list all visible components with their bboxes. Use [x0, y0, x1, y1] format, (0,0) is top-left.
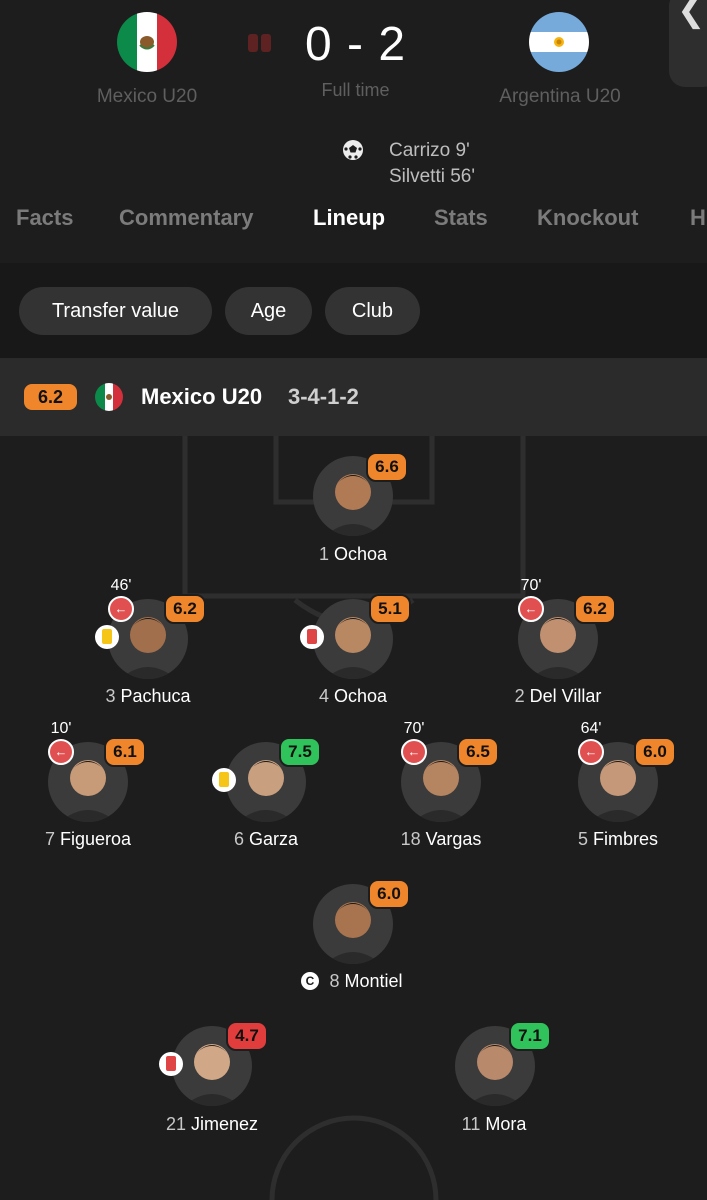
player-number: 2 — [514, 686, 525, 706]
sub-minute: 10' — [50, 720, 72, 737]
match-score: 0 - 2 — [304, 18, 407, 71]
player-name-label[interactable]: 1 Ochoa — [253, 544, 453, 565]
goal-scorer: Carrizo 9' — [389, 140, 470, 161]
tab-commentary[interactable]: Commentary — [119, 205, 253, 231]
argentina-flag-icon[interactable] — [529, 12, 589, 72]
player-rating-badge: 6.5 — [457, 737, 499, 767]
player-name-label[interactable]: 11 Mora — [394, 1114, 594, 1135]
tab-bar: Facts Commentary Lineup Stats Knockout H — [0, 205, 707, 245]
tab-head-to-head[interactable]: H — [690, 205, 706, 231]
player-name: Montiel — [344, 971, 403, 991]
chevron-left-icon: ❮ — [677, 0, 706, 29]
player-name: Garza — [249, 829, 299, 849]
player-number: 6 — [233, 829, 244, 849]
sub-minute: 70' — [520, 577, 542, 594]
home-team-name[interactable]: Mexico U20 — [47, 86, 247, 108]
sub-out-arrow-icon: ← — [578, 739, 604, 765]
player-name-label[interactable]: 2 Del Villar — [458, 686, 658, 707]
sub-out-arrow-icon: ← — [108, 596, 134, 622]
player-name: Vargas — [425, 829, 482, 849]
player-number: 3 — [105, 686, 116, 706]
formation-label: 3-4-1-2 — [288, 384, 359, 409]
player-name-label[interactable]: 8 Montiel — [266, 971, 466, 992]
player-name: Del Villar — [529, 686, 602, 706]
sub-minute: 70' — [403, 720, 425, 737]
sub-out-arrow-icon: ← — [401, 739, 427, 765]
player-number: 5 — [577, 829, 588, 849]
player-name: Ochoa — [333, 686, 388, 706]
sub-out-arrow-icon: ← — [48, 739, 74, 765]
player-number: 11 — [461, 1114, 481, 1134]
tab-knockout[interactable]: Knockout — [537, 205, 638, 231]
player-name-label[interactable]: 3 Pachuca — [48, 686, 248, 707]
player-name-label[interactable]: 21 Jimenez — [112, 1114, 312, 1135]
player-name: Ochoa — [333, 544, 388, 564]
player-rating-badge: 5.1 — [369, 594, 411, 624]
player-rating-badge: 6.0 — [368, 879, 410, 909]
filter-transfer-value-button[interactable]: Transfer value — [19, 287, 212, 335]
player-number: 4 — [318, 686, 329, 706]
player-name-label[interactable]: 4 Ochoa — [253, 686, 453, 707]
player-name-label[interactable]: 6 Garza — [166, 829, 366, 850]
player-name: Fimbres — [593, 829, 659, 849]
player-number: 18 — [400, 829, 421, 849]
filter-age-button[interactable]: Age — [225, 287, 312, 335]
player-name: Mora — [485, 1114, 527, 1134]
red-card-icon — [159, 1052, 183, 1076]
tab-lineup[interactable]: Lineup — [313, 205, 385, 231]
lineup-team-name: Mexico U20 — [141, 384, 263, 409]
match-status: Full time — [321, 80, 390, 100]
player-number: 7 — [44, 829, 55, 849]
player-name: Pachuca — [120, 686, 191, 706]
mexico-flag-icon[interactable] — [117, 12, 177, 72]
player-name: Jimenez — [191, 1114, 259, 1134]
football-icon — [342, 139, 364, 161]
player-rating-badge: 6.2 — [164, 594, 206, 624]
match-header: Mexico U20 0 - 2 Full time Argentina U20… — [0, 0, 707, 263]
tab-stats[interactable]: Stats — [434, 205, 488, 231]
player-name-label[interactable]: 5 Fimbres — [518, 829, 707, 850]
sub-minute: 64' — [580, 720, 602, 737]
player-rating-badge: 4.7 — [226, 1021, 268, 1051]
player-name-label[interactable]: 18 Vargas — [341, 829, 541, 850]
yellow-card-icon — [212, 768, 236, 792]
player-rating-badge: 7.5 — [279, 737, 321, 767]
player-name: Figueroa — [59, 829, 132, 849]
player-rating-badge: 6.2 — [574, 594, 616, 624]
mexico-flag-icon — [95, 383, 123, 411]
player-number: 8 — [329, 971, 340, 991]
team-rating-badge: 6.2 — [24, 384, 77, 410]
filter-club-button[interactable]: Club — [325, 287, 420, 335]
red-card-icon — [300, 625, 324, 649]
yellow-card-icon — [95, 625, 119, 649]
player-number: 1 — [318, 544, 329, 564]
red-cards-indicator — [248, 34, 271, 52]
player-rating-badge: 6.6 — [366, 452, 408, 482]
player-number: 21 — [165, 1114, 186, 1134]
tab-facts[interactable]: Facts — [16, 205, 73, 231]
sub-out-arrow-icon: ← — [518, 596, 544, 622]
back-button[interactable]: ❮ — [669, 0, 707, 87]
sub-minute: 46' — [110, 577, 132, 594]
goal-scorer: Silvetti 56' — [389, 166, 476, 187]
player-rating-badge: 6.0 — [634, 737, 676, 767]
player-rating-badge: 7.1 — [509, 1021, 551, 1051]
player-rating-badge: 6.1 — [104, 737, 146, 767]
away-team-name[interactable]: Argentina U20 — [460, 86, 660, 108]
player-name-label[interactable]: 7 Figueroa — [0, 829, 188, 850]
